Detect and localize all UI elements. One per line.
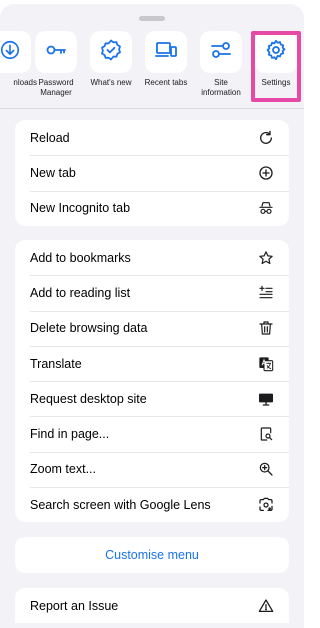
devices-tile	[145, 31, 187, 73]
devices-icon	[154, 38, 178, 67]
menu-item-label: Add to reading list	[30, 285, 131, 300]
new-badge-icon	[99, 38, 123, 67]
reload-icon	[257, 129, 275, 147]
menu-item-label: Translate	[30, 356, 82, 371]
download-icon	[0, 39, 21, 66]
find-in-page-icon	[257, 425, 275, 443]
destination-label: Password Manager	[38, 78, 74, 97]
destination-label: What's new	[90, 78, 132, 87]
menu-item-new-incognito-tab[interactable]: New Incognito tab	[15, 190, 289, 226]
destination-whats-new[interactable]: What's new	[84, 30, 138, 104]
menu-item-label: Search screen with Google Lens	[30, 497, 211, 512]
lens-icon	[257, 496, 275, 514]
menu-item-find-in-page[interactable]: Find in page...	[15, 416, 289, 451]
menu-item-add-to-bookmarks[interactable]: Add to bookmarks	[15, 240, 289, 275]
destination-label: Site information	[201, 78, 241, 97]
sheet-grabber[interactable]	[139, 16, 165, 21]
sliders-icon	[209, 38, 233, 67]
menu-item-report-an-issue[interactable]: Report an Issue	[15, 588, 289, 623]
menu-item-new-tab[interactable]: New tab	[15, 155, 289, 190]
key-tile	[35, 31, 77, 73]
zoom-in-icon	[257, 460, 275, 478]
menu-item-label: Find in page...	[30, 427, 110, 442]
trash-icon	[257, 319, 275, 337]
menu-item-zoom-text[interactable]: Zoom text...	[15, 451, 289, 487]
menu-item-label: Request desktop site	[30, 391, 147, 406]
settings-highlight-box	[251, 31, 301, 102]
star-icon	[257, 249, 275, 267]
menu-item-request-desktop-site[interactable]: Request desktop site	[15, 381, 289, 416]
menu-item-label: Zoom text...	[30, 462, 96, 477]
menu-item-translate[interactable]: Translate	[15, 345, 289, 381]
warning-icon	[257, 597, 275, 615]
menu-item-reload[interactable]: Reload	[15, 120, 289, 155]
destination-password-manager[interactable]: Password Manager	[29, 30, 83, 104]
menu-item-label: Reload	[30, 130, 70, 145]
destination-label: Recent tabs	[144, 78, 188, 87]
new-badge-tile	[90, 31, 132, 73]
download-tile	[0, 31, 31, 73]
menu-item-label: New tab	[30, 165, 76, 180]
menu-item-label: Delete browsing data	[30, 321, 148, 336]
desktop-icon	[257, 390, 275, 408]
page-actions-group: Add to bookmarks Add to reading list Del…	[15, 240, 289, 523]
reading-list-icon	[257, 284, 275, 302]
incognito-icon	[257, 199, 275, 217]
menu-item-label: Report an Issue	[30, 598, 119, 613]
support-group: Report an Issue	[15, 588, 289, 624]
translate-icon	[257, 355, 275, 373]
menu-item-google-lens[interactable]: Search screen with Google Lens	[15, 487, 289, 522]
menu-item-add-to-reading-list[interactable]: Add to reading list	[15, 275, 289, 310]
destinations-divider	[0, 108, 304, 109]
menu-item-label: New Incognito tab	[30, 201, 131, 216]
menu-item-label: Add to bookmarks	[30, 250, 131, 265]
destination-site-information[interactable]: Site information	[194, 30, 248, 104]
destination-recent-tabs[interactable]: Recent tabs	[139, 30, 193, 104]
key-icon	[44, 38, 68, 67]
menu-item-delete-browsing-data[interactable]: Delete browsing data	[15, 310, 289, 346]
customise-menu-label: Customise menu	[105, 548, 199, 562]
tab-actions-group: Reload New tab New Incognito tab	[15, 120, 289, 226]
customise-menu-button[interactable]: Customise menu	[15, 537, 289, 573]
customise-group: Customise menu	[15, 537, 289, 573]
overflow-menu-sheet: nloads Password Manager What's new Recen…	[0, 4, 304, 628]
plus-circle-icon	[257, 164, 275, 182]
sliders-tile	[200, 31, 242, 73]
